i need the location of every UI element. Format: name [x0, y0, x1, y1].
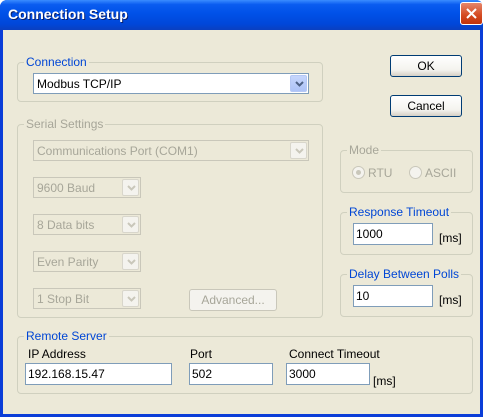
- dropdown-button[interactable]: [290, 142, 307, 159]
- chevron-down-icon: [295, 81, 304, 87]
- ok-button[interactable]: OK: [390, 55, 462, 77]
- connect-timeout-input[interactable]: [289, 366, 367, 382]
- connection-type-select[interactable]: Modbus TCP/IP: [33, 73, 309, 94]
- port-label: Port: [190, 347, 213, 361]
- serial-settings-group: Serial Settings Communications Port (COM…: [17, 117, 323, 318]
- remote-server-group-label: Remote Server: [24, 329, 109, 343]
- connection-type-value: Modbus TCP/IP: [37, 77, 122, 91]
- ascii-radio-label: ASCII: [425, 166, 457, 180]
- connect-timeout-label: Connect Timeout: [289, 347, 380, 361]
- stop-bits-select[interactable]: 1 Stop Bit: [33, 288, 141, 309]
- mode-group: Mode RTU ASCII: [340, 143, 473, 193]
- cancel-button[interactable]: Cancel: [390, 95, 462, 117]
- delay-between-polls-field[interactable]: [353, 285, 433, 307]
- baud-rate-value: 9600 Baud: [37, 181, 96, 195]
- port-field[interactable]: [189, 363, 273, 385]
- response-timeout-field[interactable]: [353, 223, 433, 245]
- title-bar[interactable]: Connection Setup: [0, 0, 483, 30]
- chevron-down-icon: [127, 259, 136, 265]
- com-port-value: Communications Port (COM1): [37, 144, 198, 158]
- dropdown-button[interactable]: [290, 75, 307, 92]
- response-timeout-input[interactable]: [356, 226, 430, 242]
- delay-between-polls-unit: [ms]: [439, 293, 462, 307]
- data-bits-value: 8 Data bits: [37, 218, 95, 232]
- delay-between-polls-input[interactable]: [356, 288, 430, 304]
- dropdown-button[interactable]: [122, 290, 139, 307]
- mode-group-label: Mode: [347, 143, 382, 157]
- baud-rate-select[interactable]: 9600 Baud: [33, 177, 141, 198]
- connect-timeout-unit: [ms]: [373, 374, 396, 388]
- response-timeout-group-label: Response Timeout: [347, 205, 452, 219]
- parity-value: Even Parity: [37, 255, 99, 269]
- chevron-down-icon: [295, 148, 304, 154]
- close-button[interactable]: [460, 2, 483, 25]
- ascii-radio[interactable]: ASCII: [409, 166, 469, 180]
- delay-between-polls-group: Delay Between Polls [ms]: [340, 267, 473, 317]
- parity-select[interactable]: Even Parity: [33, 251, 141, 272]
- com-port-select[interactable]: Communications Port (COM1): [33, 140, 309, 161]
- delay-between-polls-group-label: Delay Between Polls: [347, 267, 462, 281]
- response-timeout-unit: [ms]: [439, 231, 462, 245]
- chevron-down-icon: [127, 222, 136, 228]
- advanced-button[interactable]: Advanced...: [189, 289, 277, 311]
- ip-address-input[interactable]: [28, 366, 169, 382]
- stop-bits-value: 1 Stop Bit: [37, 292, 90, 306]
- dialog-body: Connection Modbus TCP/IP OK Cancel Seria…: [3, 30, 480, 414]
- chevron-down-icon: [127, 185, 136, 191]
- connect-timeout-field[interactable]: [286, 363, 370, 385]
- dropdown-button[interactable]: [122, 179, 139, 196]
- radio-unselected-icon: [409, 166, 422, 179]
- port-input[interactable]: [192, 366, 270, 382]
- serial-settings-group-label: Serial Settings: [24, 117, 106, 131]
- ip-address-field[interactable]: [25, 363, 172, 385]
- radio-selected-icon: [352, 166, 365, 179]
- rtu-radio[interactable]: RTU: [352, 166, 404, 180]
- remote-server-group: Remote Server IP Address Port Connect Ti…: [17, 329, 473, 394]
- connection-setup-window: Connection Setup Connection Modbus TCP/I…: [0, 0, 483, 417]
- chevron-down-icon: [127, 296, 136, 302]
- window-title: Connection Setup: [8, 6, 128, 22]
- dropdown-button[interactable]: [122, 216, 139, 233]
- connection-group: Connection Modbus TCP/IP: [17, 55, 323, 102]
- close-icon: [466, 8, 477, 19]
- rtu-radio-label: RTU: [368, 166, 393, 180]
- ip-address-label: IP Address: [28, 347, 86, 361]
- dropdown-button[interactable]: [122, 253, 139, 270]
- connection-group-label: Connection: [24, 55, 89, 69]
- data-bits-select[interactable]: 8 Data bits: [33, 214, 141, 235]
- response-timeout-group: Response Timeout [ms]: [340, 205, 473, 255]
